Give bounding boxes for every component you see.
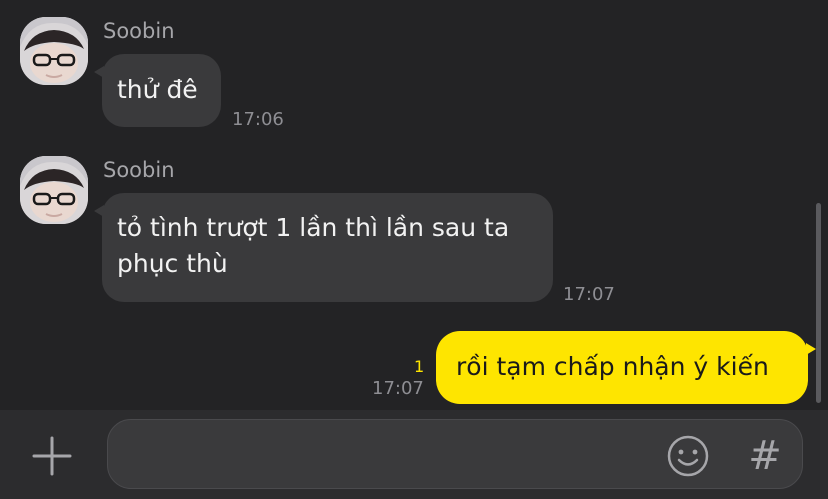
message-text: rồi tạm chấp nhận ý kiến xyxy=(456,352,769,381)
message-text: thử đê xyxy=(117,75,198,104)
message-bubble-incoming[interactable]: tỏ tình trượt 1 lần thì lần sau ta phục … xyxy=(94,193,553,302)
scrollbar-thumb[interactable] xyxy=(816,203,821,403)
hashtag-button[interactable]: # xyxy=(745,432,785,480)
message-text-line: tỏ tình trượt 1 lần thì lần sau ta xyxy=(117,213,510,242)
plus-icon xyxy=(32,436,72,476)
message-bubble-outgoing[interactable]: rồi tạm chấp nhận ý kiến xyxy=(436,331,816,404)
message-text-line: phục thù xyxy=(117,249,228,278)
sender-name: Soobin xyxy=(103,158,175,182)
message-time: 17:07 xyxy=(563,284,615,305)
message-time: 17:06 xyxy=(232,109,284,130)
emoji-button[interactable] xyxy=(665,433,711,479)
avatar-photo-icon xyxy=(20,156,88,224)
hashtag-icon: # xyxy=(748,433,782,479)
message-time: 17:07 xyxy=(372,378,424,399)
avatar-photo-icon xyxy=(20,17,88,85)
sender-avatar[interactable] xyxy=(20,156,88,224)
unread-count: 1 xyxy=(414,357,425,376)
emoji-icon xyxy=(667,435,709,477)
chat-message-list[interactable]: Soobin thử đê 17:06 Soobin tỏ tình trượt… xyxy=(0,0,828,410)
sender-name: Soobin xyxy=(103,19,175,43)
sender-avatar[interactable] xyxy=(20,17,88,85)
attach-button[interactable] xyxy=(28,432,76,480)
message-input-bar: # xyxy=(0,410,828,499)
message-bubble-incoming[interactable]: thử đê xyxy=(94,54,221,127)
